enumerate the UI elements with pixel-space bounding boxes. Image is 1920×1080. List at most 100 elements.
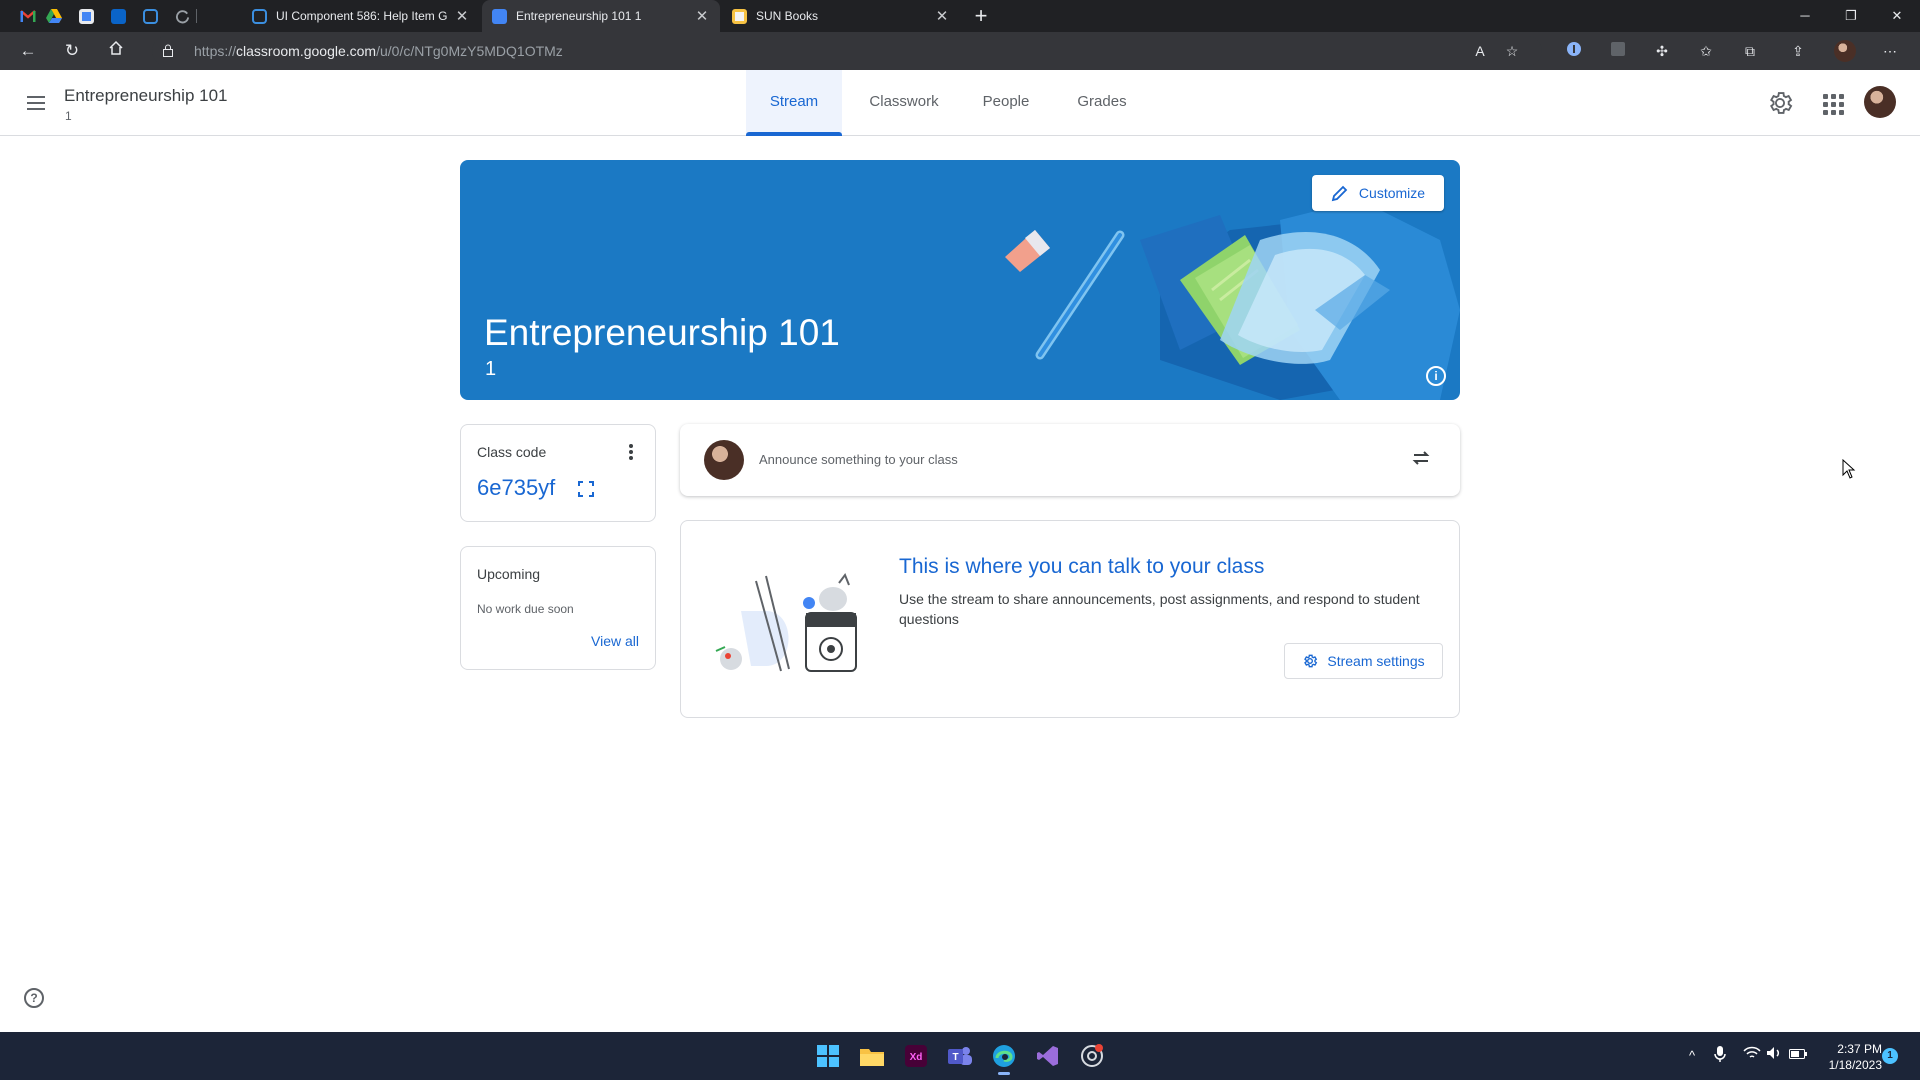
drive-pinned-tab[interactable]	[44, 6, 64, 26]
tab-title: Entrepreneurship 101 1	[516, 9, 642, 23]
class-code-card: Class code 6e735yf	[460, 424, 656, 522]
back-icon[interactable]: ←	[14, 37, 42, 65]
new-tab-button[interactable]: +	[968, 3, 994, 29]
microphone-icon[interactable]	[1710, 1046, 1730, 1066]
class-section: 1	[65, 109, 72, 123]
outlook-pinned-tab[interactable]	[108, 6, 128, 26]
fullscreen-icon[interactable]	[578, 481, 594, 497]
svg-text:T: T	[952, 1052, 958, 1063]
favorite-star-icon[interactable]: ☆	[1502, 41, 1522, 61]
chevron-up-icon[interactable]: ^	[1682, 1046, 1702, 1066]
close-tab-icon[interactable]: ✕	[934, 7, 950, 25]
info-icon[interactable]: i	[1426, 366, 1446, 386]
azure-devops-icon	[252, 8, 267, 24]
profile-avatar[interactable]	[1834, 40, 1856, 62]
tab-sun-books[interactable]: SUN Books ✕	[722, 0, 960, 32]
azure-devops-pinned-tab[interactable]	[140, 6, 160, 26]
tab-grades[interactable]: Grades	[1058, 70, 1146, 136]
volume-icon[interactable]	[1764, 1046, 1784, 1066]
stream-intro-card: This is where you can talk to your class…	[680, 520, 1460, 718]
minimize-button[interactable]: ─	[1782, 0, 1828, 32]
settings-gear-icon	[1304, 654, 1318, 668]
class-title[interactable]: Entrepreneurship 101	[64, 86, 228, 106]
lock-icon	[163, 44, 173, 57]
collections-icon[interactable]: ⧉	[1740, 41, 1760, 61]
classroom-icon	[492, 8, 507, 24]
clock-date: 1/18/2023	[1828, 1058, 1882, 1072]
tab-ui-component[interactable]: UI Component 586: Help Item G ✕	[242, 0, 480, 32]
calendar-pinned-tab[interactable]	[76, 6, 96, 26]
class-banner: Entrepreneurship 101 1 Customize i	[460, 160, 1460, 400]
customize-label: Customize	[1358, 185, 1426, 201]
windows-start-icon[interactable]	[812, 1040, 844, 1072]
mouse-cursor-icon	[1842, 459, 1856, 479]
announce-box[interactable]: Announce something to your class	[680, 424, 1460, 496]
svg-text:Xd: Xd	[910, 1052, 923, 1063]
tab-classwork[interactable]: Classwork	[856, 70, 952, 136]
restore-button[interactable]: ❐	[1828, 0, 1874, 32]
more-vert-icon[interactable]	[621, 442, 641, 464]
tab-title: SUN Books	[756, 9, 819, 23]
clock-time: 2:37 PM	[1837, 1042, 1882, 1056]
upcoming-empty-text: No work due soon	[477, 602, 574, 616]
url-scheme: https://	[194, 43, 237, 59]
adobe-xd-icon[interactable]: Xd	[900, 1040, 932, 1072]
repost-icon[interactable]	[1410, 447, 1432, 469]
more-menu-icon[interactable]: ⋯	[1880, 41, 1900, 61]
help-icon[interactable]: ?	[24, 988, 44, 1008]
main-menu-icon[interactable]	[22, 92, 50, 116]
teams-icon[interactable]: T	[944, 1040, 976, 1072]
banner-illustration	[1005, 200, 1460, 400]
visual-studio-icon[interactable]	[1032, 1040, 1064, 1072]
close-window-button[interactable]: ✕	[1874, 0, 1920, 32]
browser-tab-bar: UI Component 586: Help Item G ✕ Entrepre…	[0, 0, 1920, 32]
upcoming-card: Upcoming No work due soon View all	[460, 546, 656, 670]
url-path: /u/0/c/NTg0MzY5MDQ1OTMz	[376, 43, 563, 59]
reload-icon[interactable]: ↻	[58, 37, 86, 65]
edge-browser-icon[interactable]	[988, 1040, 1020, 1075]
pencil-icon	[1331, 185, 1348, 202]
system-clock[interactable]: 2:37 PM 1/18/2023	[1818, 1041, 1882, 1073]
gmail-pinned-tab[interactable]	[18, 6, 38, 26]
tab-entrepreneurship[interactable]: Entrepreneurship 101 1 ✕	[482, 0, 720, 32]
sun-books-icon	[732, 8, 747, 24]
windows-taskbar: Xd T ^ 2:37 PM 1/18/2023 1	[0, 1032, 1920, 1080]
class-code-title: Class code	[477, 444, 547, 460]
read-aloud-icon[interactable]: A	[1470, 41, 1490, 61]
chrome-canary-icon[interactable]	[1076, 1040, 1108, 1072]
address-bar[interactable]: https://classroom.google.com/u/0/c/NTg0M…	[152, 36, 1542, 66]
browser-toolbar: ← ↻ https://classroom.google.com/u/0/c/N…	[0, 32, 1920, 70]
upcoming-title: Upcoming	[477, 566, 541, 582]
wifi-icon[interactable]	[1742, 1046, 1762, 1066]
view-all-link[interactable]: View all	[591, 633, 639, 649]
user-avatar	[704, 440, 744, 480]
extensions-puzzle-icon[interactable]: ✣	[1652, 41, 1672, 61]
banner-class-title: Entrepreneurship 101	[484, 312, 840, 353]
loading-pinned-tab[interactable]	[172, 6, 192, 26]
tab-separator	[196, 9, 197, 23]
close-tab-icon[interactable]: ✕	[694, 7, 710, 25]
notification-badge[interactable]: 1	[1882, 1048, 1898, 1064]
customize-button[interactable]: Customize	[1312, 175, 1444, 211]
class-code-value: 6e735yf	[477, 475, 556, 500]
stream-settings-button[interactable]: Stream settings	[1284, 643, 1443, 679]
password-manager-icon[interactable]	[1564, 41, 1584, 61]
tab-people[interactable]: People	[962, 70, 1050, 136]
file-explorer-icon[interactable]	[856, 1040, 888, 1072]
settings-gear-icon[interactable]	[1766, 89, 1794, 117]
close-tab-icon[interactable]: ✕	[454, 7, 470, 25]
apps-grid-icon[interactable]	[1818, 89, 1846, 117]
home-icon[interactable]	[102, 37, 130, 65]
url-host: classroom.google.com	[236, 43, 377, 59]
classroom-header: Entrepreneurship 101 1 Stream Classwork …	[0, 70, 1920, 136]
share-icon[interactable]: ⇪	[1788, 41, 1808, 61]
stream-intro-description: Use the stream to share announcements, p…	[899, 591, 1420, 627]
battery-icon[interactable]	[1788, 1046, 1808, 1066]
extension-icon[interactable]	[1608, 41, 1628, 61]
stream-settings-label: Stream settings	[1327, 653, 1425, 669]
tab-title: UI Component 586: Help Item G	[276, 9, 448, 23]
tab-stream[interactable]: Stream	[746, 70, 842, 136]
favorites-icon[interactable]: ✩	[1696, 41, 1716, 61]
account-avatar[interactable]	[1864, 86, 1896, 118]
announce-placeholder[interactable]: Announce something to your class	[759, 452, 958, 467]
